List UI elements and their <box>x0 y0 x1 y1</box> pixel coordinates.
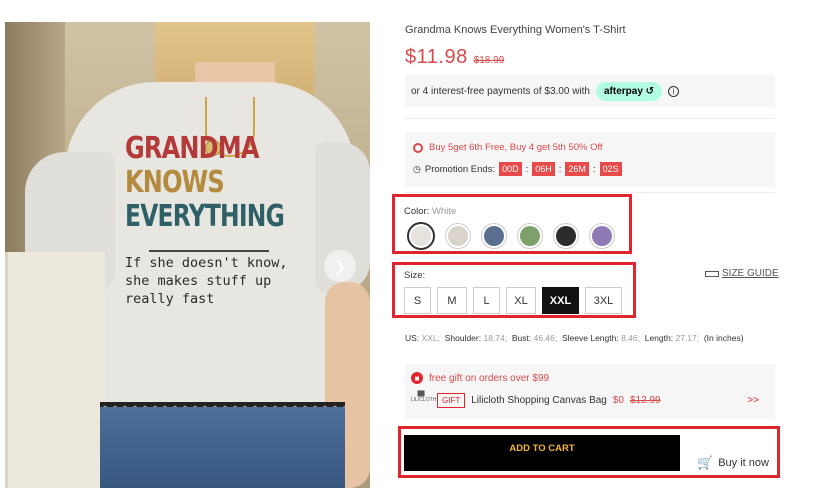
print-line-grandma: GRANDMA <box>125 131 259 166</box>
measure-bust-label: Bust: <box>511 333 532 343</box>
original-price: $18.99 <box>473 55 505 66</box>
cart-icon: 🛒 <box>697 455 714 470</box>
size-guide-link[interactable]: SIZE GUIDE <box>705 268 779 279</box>
size-option-m[interactable]: M <box>437 287 467 314</box>
color-swatch[interactable] <box>517 223 543 249</box>
measure-bust-value: 46.46; <box>533 333 558 343</box>
price-row: $11.98 $18.99 <box>405 46 504 69</box>
measure-us-value: XXL; <box>421 333 440 343</box>
add-to-cart-button[interactable]: ADD TO CART <box>404 435 680 471</box>
color-label: Color: White <box>404 206 456 217</box>
info-icon[interactable]: i <box>668 85 680 97</box>
tote-bag <box>5 252 105 488</box>
afterpay-badge[interactable]: afterpay ↺ <box>595 81 663 101</box>
current-price: $11.98 <box>405 46 468 68</box>
promotion-ends-label: Promotion Ends: <box>424 163 496 175</box>
color-swatch-white[interactable] <box>407 222 435 250</box>
countdown-seconds: 02S <box>599 162 622 176</box>
gift-icon: ■ <box>411 372 423 384</box>
countdown-separator: : <box>525 163 529 175</box>
print-small-line: really fast <box>125 291 215 307</box>
promotion-offer-row: Buy 5get 6th Free, Buy 4 get 5th 50% Off <box>413 142 767 153</box>
measure-us-label: US: <box>405 333 420 343</box>
gift-more-link[interactable]: >> <box>747 395 759 406</box>
countdown-separator: : <box>592 163 596 175</box>
divider <box>405 118 775 119</box>
jeans <box>100 407 345 488</box>
measure-sleeve-value: 8.46; <box>621 333 640 343</box>
countdown-days: 00D <box>499 162 522 176</box>
countdown-minutes: 26M <box>565 162 589 176</box>
promo-tag-icon <box>413 142 423 153</box>
swatch-image <box>448 226 468 246</box>
promotion-offer: Buy 5get 6th Free, Buy 4 get 5th 50% Off <box>429 142 603 153</box>
gift-tag: GIFT <box>437 392 466 408</box>
gift-headline-row: ■ free gift on orders over $99 <box>411 372 769 384</box>
buy-now-button[interactable]: 🛒 Buy it now <box>697 455 769 471</box>
ruler-icon <box>705 270 719 277</box>
size-options: S M L XL XXL 3XL <box>404 287 622 314</box>
selected-color: White <box>431 206 457 217</box>
measure-length-value: 27.17; <box>675 333 700 343</box>
afterpay-logo-icon: ↺ <box>645 85 655 97</box>
size-option-3xl[interactable]: 3XL <box>585 287 622 314</box>
product-title: Grandma Knows Everything Women's T-Shirt <box>405 24 626 36</box>
shirt-print: GRANDMA KNOWS EVERYTHING If she doesn't … <box>125 132 355 308</box>
gift-old-price: $12.99 <box>630 394 661 406</box>
promotion-box: Buy 5get 6th Free, Buy 4 get 5th 50% Off… <box>405 132 775 187</box>
gift-headline: free gift on orders over $99 <box>429 372 550 384</box>
countdown-hours: 06H <box>532 162 555 176</box>
gift-price: $0 <box>612 394 624 406</box>
size-option-l[interactable]: L <box>473 287 500 314</box>
divider <box>405 192 775 193</box>
swatch-image <box>592 226 612 246</box>
color-swatch[interactable] <box>553 223 579 249</box>
swatch-image <box>411 226 431 246</box>
size-option-xl[interactable]: XL <box>506 287 536 314</box>
gift-item-row[interactable]: ██ LILICLOTH GIFT Lilicloth Shopping Canv… <box>411 391 769 409</box>
afterpay-text: or 4 interest-free payments of $3.00 wit… <box>411 85 590 97</box>
buy-now-label: Buy it now <box>718 457 769 469</box>
next-image-button[interactable]: ❯ <box>324 250 356 282</box>
brand-logo-text: LILICLOTH <box>411 397 437 403</box>
color-swatches <box>407 222 615 250</box>
measure-unit: (In inches) <box>703 333 744 343</box>
color-swatch[interactable] <box>589 223 615 249</box>
measure-shoulder-value: 18.74; <box>483 333 508 343</box>
print-line-everything: EVERYTHING <box>125 199 285 234</box>
measure-sleeve-label: Sleeve Length: <box>561 333 619 343</box>
color-swatch[interactable] <box>481 223 507 249</box>
afterpay-banner: or 4 interest-free payments of $3.00 wit… <box>405 75 775 107</box>
color-swatch[interactable] <box>445 223 471 249</box>
promotion-countdown: ◷ Promotion Ends: 00D : 06H : 26M : 02S <box>413 162 767 176</box>
size-label: Size: <box>404 270 426 281</box>
color-label-text: Color: <box>404 206 430 217</box>
size-guide-label: SIZE GUIDE <box>722 268 779 279</box>
swatch-image <box>520 226 540 246</box>
measure-shoulder-label: Shoulder: <box>444 333 482 343</box>
arrow-decoration-icon <box>149 238 269 252</box>
print-small-line: she makes stuff up <box>125 273 272 289</box>
gift-name: Lilicloth Shopping Canvas Bag <box>471 394 607 406</box>
measure-length-label: Length: <box>644 333 674 343</box>
clock-icon: ◷ <box>413 163 421 174</box>
afterpay-badge-label: afterpay <box>603 85 643 97</box>
chevron-right-icon: ❯ <box>334 257 346 274</box>
swatch-image <box>484 226 504 246</box>
print-small-line: If she doesn't know, <box>125 255 288 271</box>
size-measurements: US: XXL; Shoulder: 18.74; Bust: 46.46; S… <box>405 333 775 351</box>
free-gift-box: ■ free gift on orders over $99 ██ LILICLO… <box>405 364 775 419</box>
countdown-separator: : <box>558 163 562 175</box>
print-line-knows: KNOWS <box>125 165 225 200</box>
swatch-image <box>556 226 576 246</box>
size-option-s[interactable]: S <box>404 287 431 314</box>
size-option-xxl[interactable]: XXL <box>542 287 579 314</box>
brand-logo-icon: ██ LILICLOTH <box>411 391 437 403</box>
